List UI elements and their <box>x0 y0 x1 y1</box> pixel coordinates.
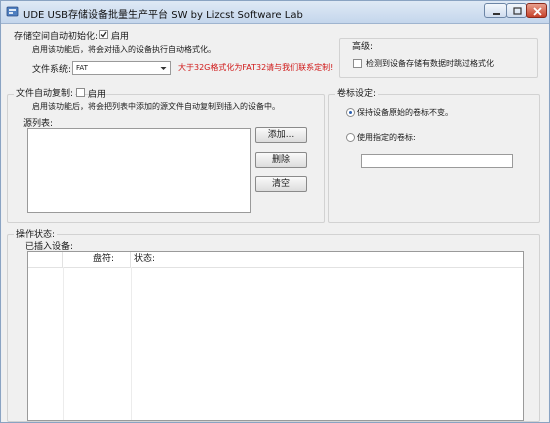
use-label-radio[interactable] <box>346 133 355 142</box>
device-table-header: 盘符: 状态: <box>28 252 523 268</box>
skip-format-label: 检测到设备存储有数据时跳过格式化 <box>366 59 494 68</box>
delete-button[interactable]: 删除 <box>255 152 307 168</box>
storage-init-checkbox[interactable] <box>99 30 108 39</box>
title-bar[interactable]: UDE USB存储设备批量生产平台 SW by Lizcst Software … <box>1 1 549 24</box>
main-window: UDE USB存储设备批量生产平台 SW by Lizcst Software … <box>0 0 550 423</box>
file-copy-checkbox[interactable] <box>76 88 85 97</box>
storage-init-description: 启用该功能后，将会对插入的设备执行自动格式化。 <box>32 45 216 54</box>
close-icon <box>533 7 542 16</box>
use-label-text: 使用指定的卷标: <box>357 133 416 142</box>
volume-label-input[interactable] <box>361 154 513 168</box>
checkmark-icon <box>100 31 107 38</box>
maximize-icon <box>513 7 522 15</box>
file-copy-label: 文件自动复制: <box>14 86 76 99</box>
device-table[interactable]: 盘符: 状态: <box>27 251 524 421</box>
minimize-button[interactable] <box>484 3 507 18</box>
file-system-value: FAT <box>76 64 88 72</box>
file-system-select[interactable]: FAT <box>72 61 171 75</box>
keep-label-radio[interactable] <box>346 108 355 117</box>
storage-init-label: 存储空间自动初始化: <box>14 32 99 42</box>
maximize-button[interactable] <box>506 3 527 18</box>
keep-label-text: 保持设备原始的卷标不变。 <box>357 108 453 117</box>
window-title: UDE USB存储设备批量生产平台 SW by Lizcst Software … <box>23 10 303 21</box>
skip-format-checkbox[interactable] <box>353 59 362 68</box>
close-button[interactable] <box>526 3 547 18</box>
column-divider <box>63 267 64 420</box>
client-area: 存储空间自动初始化: 启用 启用该功能后，将会对插入的设备执行自动格式化。 文件… <box>2 24 548 422</box>
file-system-label: 文件系统: <box>32 65 72 75</box>
add-button[interactable]: 添加... <box>255 127 307 143</box>
dropdown-arrow-icon <box>160 67 167 70</box>
column-header-index[interactable] <box>28 252 63 267</box>
fs-note: 大于32G格式化为FAT32请与我们联系定制! <box>178 63 334 72</box>
volume-label-title: 卷标设定: <box>335 86 379 99</box>
column-divider <box>131 267 132 420</box>
minimize-icon <box>493 13 500 15</box>
app-icon <box>6 6 19 17</box>
clear-button[interactable]: 清空 <box>255 176 307 192</box>
file-copy-enable-label: 启用 <box>88 90 107 100</box>
storage-init-enable-label: 启用 <box>111 32 130 42</box>
column-header-status[interactable]: 状态: <box>131 252 523 267</box>
source-list[interactable] <box>27 128 251 213</box>
advanced-label: 高级: <box>350 39 376 52</box>
column-header-drive[interactable]: 盘符: <box>63 252 131 267</box>
file-copy-description: 启用该功能后，将会把列表中添加的源文件自动复制到插入的设备中。 <box>32 102 280 111</box>
